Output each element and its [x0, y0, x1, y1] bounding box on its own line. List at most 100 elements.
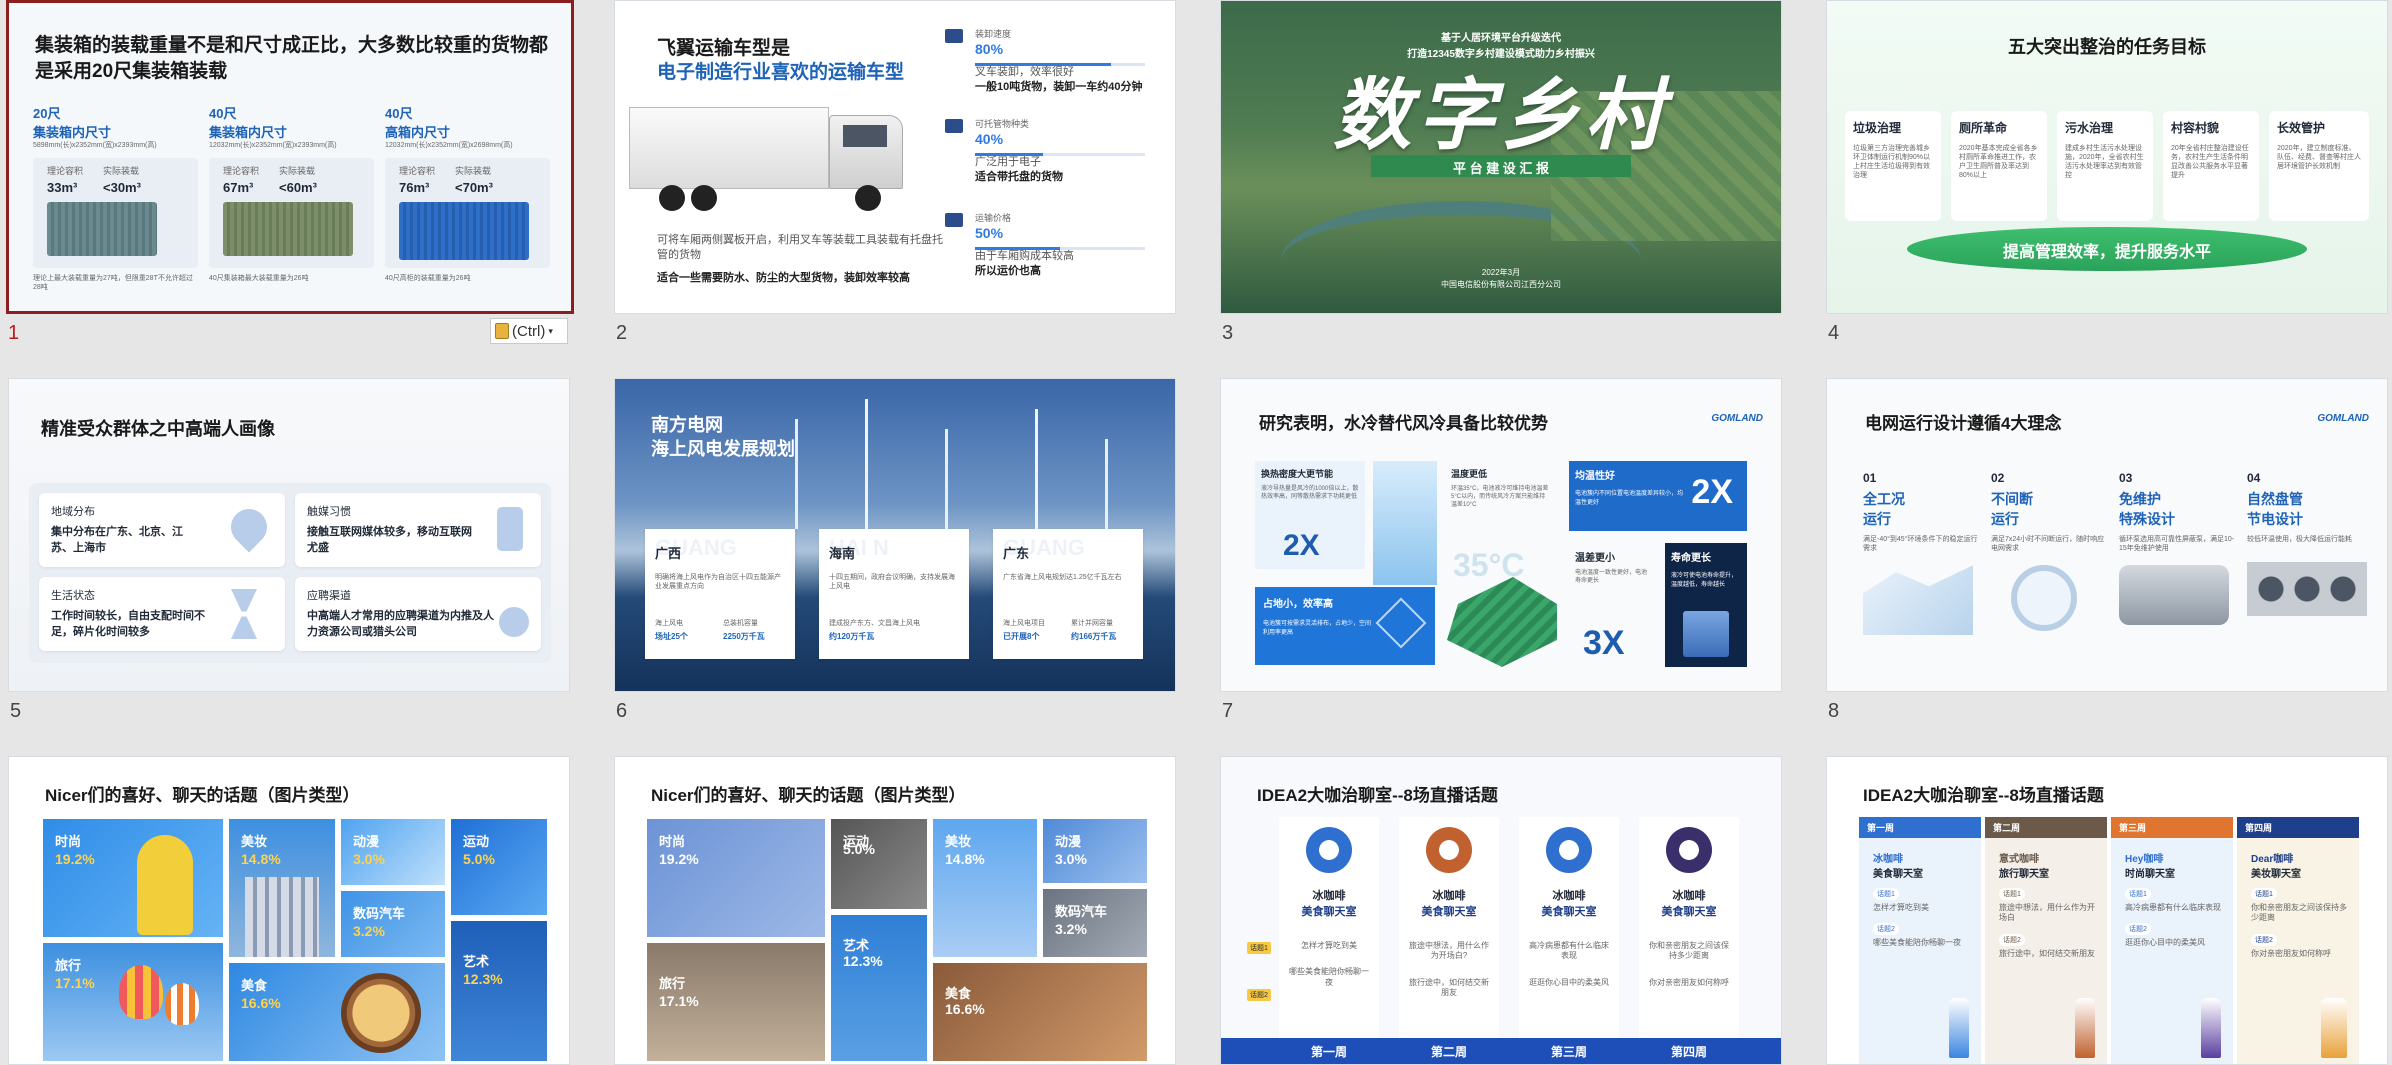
topic-tile-fashion: 时尚 19.2% [647, 819, 825, 937]
column-head: 40尺 [209, 106, 237, 121]
column-note: 40尺集装箱最大装载重量为26吨 [209, 275, 309, 283]
column-heading-1: 意式咖啡 [1999, 854, 2039, 865]
advantage-3: 均温性好 电池簇内不同位置电池温度差异较小，均温性更好 2X [1569, 461, 1747, 531]
concept-number: 01 [1863, 471, 1877, 485]
volume-value: 33m³ [47, 180, 78, 196]
wind-turbines-image [615, 379, 1175, 549]
drink-bottle-image [1546, 827, 1592, 873]
stat-label: 可托管物种类 [975, 119, 1030, 129]
goal-item-4: 村容村貌 20年全省村庄整治建设任务，农村生产生活条件明显改善公共服务水平显著提… [2163, 111, 2259, 221]
advantage-heading: 寿命更长 [1671, 553, 1711, 564]
load-label: 实际装载 [103, 166, 140, 177]
column-note: 理论上最大装载重量为27吨，但限重28T不允许超过28吨 [33, 275, 193, 292]
concept-text: 较低环温使用，极大降低运行能耗 [2247, 536, 2352, 543]
brand-logo: GOMLAND [1711, 413, 1763, 424]
hot-air-balloon-image [119, 965, 163, 1019]
tile-label: 美妆 [945, 834, 972, 849]
truck-image [629, 101, 919, 211]
column-heading-2: 时尚聊天室 [2125, 869, 2175, 880]
slide-thumbnail-5[interactable]: 精准受众群体之中高端人画像 地域分布 集中分布在广东、北京、江苏、上海市 触媒习… [8, 378, 570, 692]
advantage-4: 占地小，效率高 电池簇可按需求灵活排布，占地少，空间利用率更高 [1255, 587, 1435, 665]
slide-thumbnail-8[interactable]: 电网运行设计遵循4大理念 GOMLAND 01 全工况 运行 满足-40°到45… [1826, 378, 2388, 692]
goal-text: 20年全省村庄整治建设任务，农村生产生活条件明显改善公共服务水平显著提升 [2171, 145, 2249, 180]
tile-value: 16.6% [945, 1001, 985, 1017]
slide-thumbnail-10[interactable]: Nicer们的喜好、聊天的话题（图片类型） 时尚 19.2% 运动 5.0% 美… [614, 756, 1176, 1065]
slide-thumbnail-12[interactable]: IDEA2大咖治聊室--8场直播话题 第一周 冰咖啡 美食聊天室 话题1 怎样才… [1826, 756, 2388, 1065]
advantage-text: 液冷可使电池寿命提升，温度越低，寿命越长 [1671, 573, 1738, 588]
card-heading: 广西 [655, 546, 682, 561]
slide-body-bold: 适合一些需要防水、防尘的大型货物，装卸效率较高 [657, 272, 910, 284]
slide-thumbnail-11[interactable]: IDEA2大咖治聊室--8场直播话题 冰咖啡 美食聊天室 怎样才算吃到美 哪些美… [1220, 756, 1782, 1065]
cover-report-label: 平 台 建 设 汇 报 [1452, 161, 1550, 176]
slide-thumbnail-6[interactable]: 南方电网 海上风电发展规划 GUANG 广西 明确将海上风电作为自治区十四五能源… [614, 378, 1176, 692]
stat-desc2: 一般10吨货物，装卸一车约40分钟 [975, 80, 1143, 93]
column-subhead: 集装箱内尺寸 [209, 125, 288, 140]
persona-cell-3: 生活状态 工作时间较长，自由支配时间不足，碎片化时间较多 [39, 577, 285, 651]
advantage-heading: 温度更低 [1451, 469, 1488, 479]
slide-number-5: 5 [10, 700, 22, 722]
topic-column-3: 冰咖啡 美食聊天室 高冷病患都有什么临床表现 逛逛你心目中的柔美风 [1519, 817, 1619, 1053]
topic-tile-travel: 旅行 17.1% [43, 943, 223, 1061]
paste-options-button[interactable]: (Ctrl) ▾ [490, 318, 568, 344]
topic-tile-art: 艺术 12.3% [831, 915, 927, 1061]
column-heading-2: 美食聊天室 [1301, 906, 1357, 918]
week-column-1: 第一周 冰咖啡 美食聊天室 话题1 怎样才算吃到美 话题2 哪些美食能陪你畅聊一… [1859, 817, 1981, 1064]
slide-thumbnail-7[interactable]: 研究表明，水冷替代风冷具备比较优势 GOMLAND 换热密度大更节能 液冷导热量… [1220, 378, 1782, 692]
container-column-1: 20尺 集装箱内尺寸 5898mm(长)x2352mm(宽)x2393mm(高)… [33, 103, 198, 292]
slide-thumbnail-9[interactable]: Nicer们的喜好、聊天的话题（图片类型） 时尚 19.2% 美妆 14.8% … [8, 756, 570, 1065]
volume-label: 理论容积 [223, 166, 260, 177]
column-heading-1: 冰咖啡 [1312, 890, 1346, 902]
column-heading-2: 美食聊天室 [1661, 906, 1717, 918]
concept-1: 01 全工况 运行 满足-40°到45°环境条件下的稳定运行需求 [1863, 471, 1981, 636]
load-value: <70m³ [455, 180, 493, 196]
cover-date: 2022年3月 [1481, 268, 1521, 277]
goal-text: 2020年基本完成全省各乡村厕所革命推进工作，农户卫生厕所普及率达到80%以上 [1959, 145, 2038, 180]
card-text: 十四五期间，政府会议明确，支持发展海上风电 [829, 574, 955, 591]
topic-tile-fashion: 时尚 19.2% [43, 819, 223, 937]
concept-heading-2: 特殊设计 [2119, 511, 2175, 527]
week-header: 第四周 [2237, 817, 2359, 838]
food-plate-image [341, 973, 421, 1053]
stat-desc: 广泛用于电子 [975, 155, 1041, 168]
column-head: 20尺 [33, 106, 61, 121]
topic-tile-digital-auto: 数码汽车 3.2% [341, 891, 445, 957]
column-heading-2: 美食聊天室 [1873, 869, 1923, 880]
topic-tile-digital-auto: 数码汽车 3.2% [1043, 889, 1147, 957]
slide-thumbnail-1[interactable]: 集装箱的装载重量不是和尺寸成正比，大多数比较重的货物都是采用20尺集装箱装载 2… [6, 0, 574, 314]
goal-heading: 垃圾治理 [1853, 121, 1902, 135]
ice-cubes-image [1863, 565, 1973, 636]
stat-value: 50% [975, 224, 1004, 241]
slide-thumbnail-4[interactable]: 五大突出整治的任务目标 垃圾治理 垃圾第三方治理完善城乡环卫体制运行机制90%以… [1826, 0, 2388, 314]
tile-value: 3.0% [353, 851, 385, 867]
slide-thumbnail-2[interactable]: 飞翼运输车型是 电子制造行业喜欢的运输车型 可将车厢两侧翼板开启，利用叉车等装载… [614, 0, 1176, 314]
slide-number-7: 7 [1222, 700, 1234, 722]
slide-thumbnail-3[interactable]: 基于人居环境平台升级迭代 打造12345数字乡村建设模式助力乡村振兴 数字乡村 … [1220, 0, 1782, 314]
topic-question-1: 旅途中想法，用什么作为开场白? [1409, 941, 1489, 961]
advantage-text: 液冷导热量是风冷的1000倍以上，散热效率高，同等散热需求下功耗更低 [1261, 486, 1359, 500]
concept-3: 03 免维护 特殊设计 循环泵选用高可靠性屏蔽泵，满足10-15年免维护使用 [2119, 471, 2237, 626]
topic-question-2: 旅行途中，如何结交新朋友 [1409, 977, 1489, 998]
card-heading: 海南 [829, 546, 856, 561]
week-header: 第一周 [1859, 817, 1981, 838]
advantage-metric: 2X [1283, 529, 1320, 562]
topic-tag-1: 话题1 [1247, 942, 1271, 954]
concept-4: 04 自然盘管 节电设计 较低环温使用，极大降低运行能耗 [2247, 471, 2375, 617]
tile-value: 14.8% [945, 851, 985, 867]
slide-number-3: 3 [1222, 322, 1234, 344]
goal-heading: 污水治理 [2065, 121, 2114, 135]
stat-3: 运输价格 50% 由于车厢购成本较高 所以运价也高 [945, 213, 1155, 278]
server-rack-icon [1683, 611, 1729, 657]
slide-number-6: 6 [616, 700, 628, 722]
topic-column-2: 冰咖啡 美食聊天室 旅途中想法，用什么作为开场白? 旅行途中，如何结交新朋友 [1399, 817, 1499, 1053]
topic-tag-1: 话题1 [1999, 888, 2025, 900]
topic-question-2: 哪些美食能陪你畅聊一夜 [1289, 967, 1369, 987]
card-stat-a-label: 海上风电 [655, 620, 683, 627]
goal-heading: 村容村貌 [2171, 121, 2220, 135]
topic-tile-beauty: 美妆 14.8% [933, 819, 1037, 957]
volume-label: 理论容积 [47, 166, 84, 177]
stat-label: 装卸速度 [975, 29, 1012, 39]
tile-label: 艺术 [843, 938, 870, 953]
card-stat-b-value: 约166万千瓦 [1071, 632, 1117, 641]
goal-text: 垃圾第三方治理完善城乡环卫体制运行机制90%以上村庄生活垃圾得到有效治理 [1853, 145, 1931, 180]
stat-desc2: 适合带托盘的货物 [975, 170, 1063, 183]
